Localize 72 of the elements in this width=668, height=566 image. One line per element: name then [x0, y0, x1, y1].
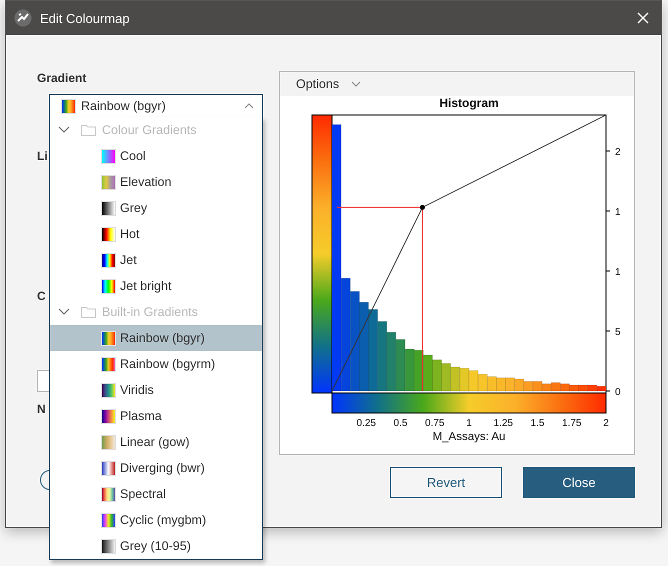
histogram-bar [386, 332, 396, 392]
histogram-bar [441, 363, 452, 392]
histogram-bar [422, 354, 433, 392]
revert-button[interactable]: Revert [390, 467, 502, 498]
y-tick-label: 1 [615, 267, 621, 278]
histogram-bar [396, 339, 406, 392]
histogram-bar [414, 350, 424, 392]
gradient-swatch [101, 408, 116, 424]
group-label: Built-in Gradients [102, 305, 198, 319]
field-label: C [37, 289, 46, 303]
gradient-swatch [101, 278, 116, 294]
y-tick-label: 1 [615, 207, 621, 218]
gradient-swatch [61, 98, 76, 114]
x-tick-label: 0.5 [394, 418, 408, 429]
window-title: Edit Colourmap [40, 10, 131, 26]
folder-icon [81, 124, 96, 136]
histogram-bar [523, 381, 534, 392]
gradient-swatch [101, 460, 116, 476]
chevron-icon [351, 80, 362, 88]
gradient-swatch [101, 538, 116, 554]
field-label: N [37, 402, 46, 416]
histogram-bar [478, 374, 488, 392]
histogram-bar [404, 348, 415, 392]
x-tick-label: 0.75 [425, 418, 444, 429]
dropdown-value: Rainbow (bgyr) [81, 99, 166, 113]
gradient-swatch [101, 148, 116, 164]
close-button[interactable]: Close [523, 467, 635, 498]
gradient-swatch [101, 252, 116, 268]
group-label: Colour Gradients [102, 123, 196, 137]
field-label: Li [37, 149, 48, 163]
chevron-icon [58, 308, 70, 316]
gradient-dropdown[interactable]: Rainbow (bgyr) [49, 94, 263, 118]
histogram-bar [505, 377, 516, 392]
histogram-bar [496, 377, 506, 392]
gradient-swatch [101, 330, 116, 346]
histogram-bar [542, 383, 552, 392]
folder-icon [81, 306, 96, 318]
gradient-swatch [101, 174, 116, 190]
x-tick-label: 1.25 [494, 418, 513, 429]
gradient-swatch [101, 434, 116, 450]
chevron-icon [58, 126, 70, 134]
histogram-bar [550, 382, 561, 392]
options-menu[interactable]: Options [296, 77, 340, 91]
histogram-bar [514, 378, 524, 392]
gradient-swatch [101, 200, 116, 216]
gradient-swatch [101, 356, 116, 372]
gradient-swatch [101, 382, 116, 398]
histogram-bar [450, 366, 460, 392]
histogram-bar [432, 359, 442, 392]
histogram-bar [532, 381, 542, 392]
x-tick-label: 1.75 [562, 418, 582, 429]
x-tick-label: 1 [466, 418, 472, 429]
gradient-label: Gradient [37, 71, 86, 85]
close-icon[interactable] [637, 12, 649, 24]
gradient-swatch [101, 486, 116, 502]
histogram-bar [486, 376, 497, 392]
y-tick-label: 2 [615, 147, 621, 158]
gradient-swatch [101, 512, 116, 528]
y-tick-label: 0 [615, 387, 621, 398]
histogram-bar [377, 321, 388, 392]
histogram-bar [460, 368, 470, 392]
y-tick-label: 5 [615, 327, 621, 338]
x-tick-label: 0.25 [356, 418, 376, 429]
x-tick-label: 2 [603, 418, 609, 429]
chart-title: Histogram [439, 96, 499, 110]
chevron-icon [244, 101, 254, 111]
x-axis-label: M_Assays: Au [432, 431, 506, 443]
histogram-bar [560, 383, 570, 392]
app-icon [14, 9, 32, 27]
histogram-bar [468, 370, 478, 392]
gradient-swatch [101, 226, 116, 242]
x-tick-label: 1.5 [530, 418, 544, 429]
